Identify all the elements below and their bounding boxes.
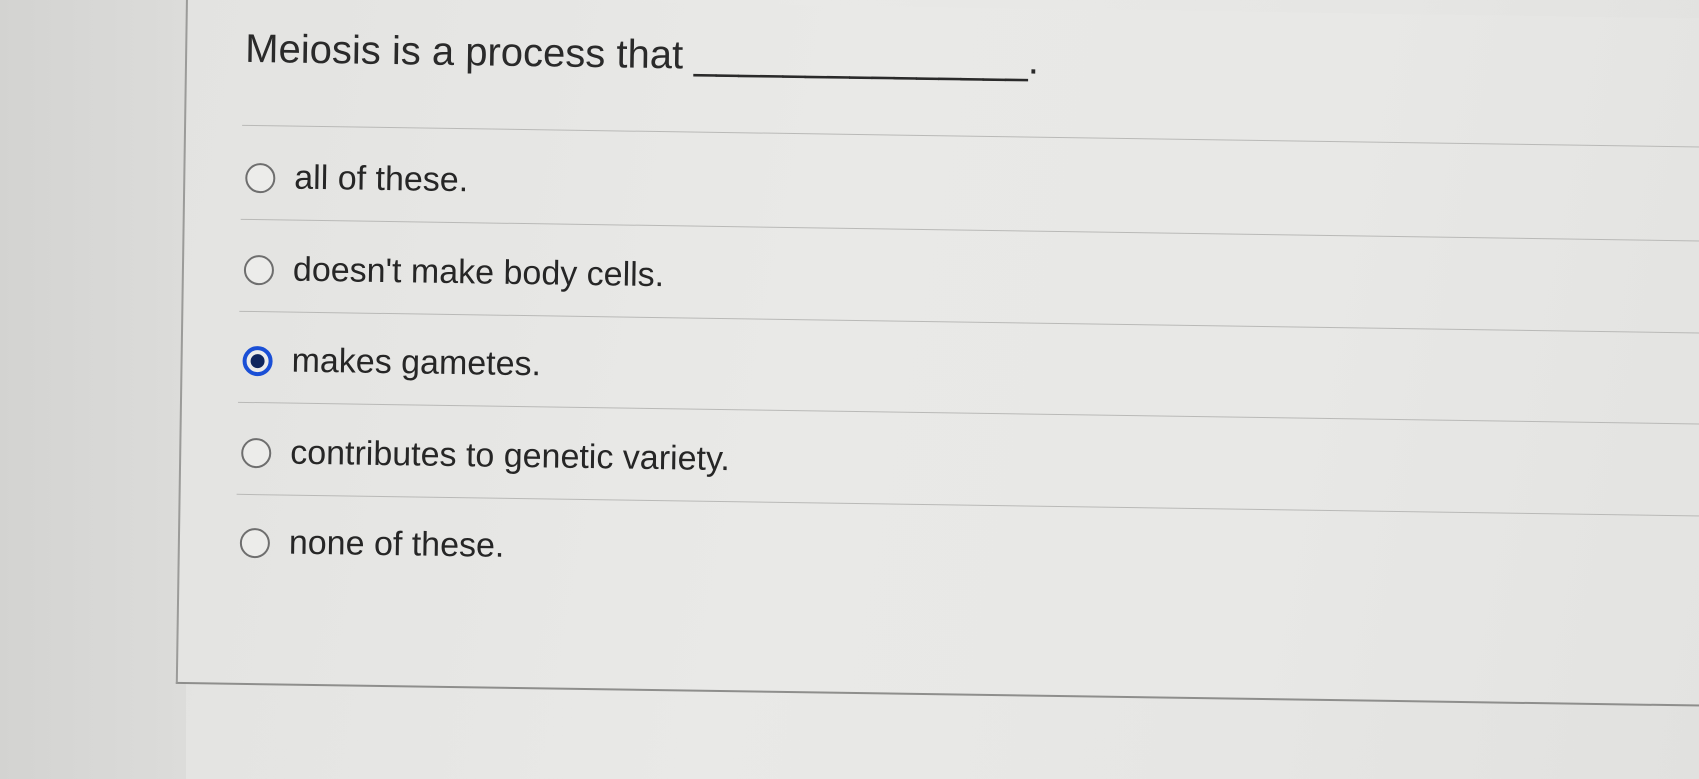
divider	[242, 124, 1699, 149]
radio-unselected-icon[interactable]	[245, 162, 276, 193]
question-card: Meiosis is a process that ______________…	[175, 0, 1699, 707]
radio-unselected-icon[interactable]	[243, 254, 275, 285]
divider	[236, 493, 1699, 518]
option-none-of-these[interactable]: none of these.	[239, 523, 505, 566]
radio-unselected-icon[interactable]	[239, 527, 271, 558]
option-label: makes gametes.	[291, 341, 542, 384]
option-contributes-to-genetic-variety[interactable]: contributes to genetic variety.	[241, 433, 730, 479]
option-label: doesn't make body cells.	[292, 250, 665, 295]
option-doesnt-make-body-cells[interactable]: doesn't make body cells.	[243, 250, 665, 295]
radio-selected-icon[interactable]	[242, 345, 273, 376]
page-margin	[0, 0, 186, 779]
divider	[237, 401, 1699, 426]
option-all-of-these[interactable]: all of these.	[245, 158, 468, 200]
option-label: contributes to genetic variety.	[289, 433, 731, 479]
radio-unselected-icon[interactable]	[241, 437, 272, 468]
divider	[240, 218, 1699, 243]
option-label: none of these.	[288, 523, 505, 565]
option-label: all of these.	[294, 158, 469, 200]
divider	[239, 310, 1699, 335]
question-text: Meiosis is a process that ______________…	[244, 26, 1040, 83]
option-makes-gametes[interactable]: makes gametes.	[242, 341, 541, 384]
